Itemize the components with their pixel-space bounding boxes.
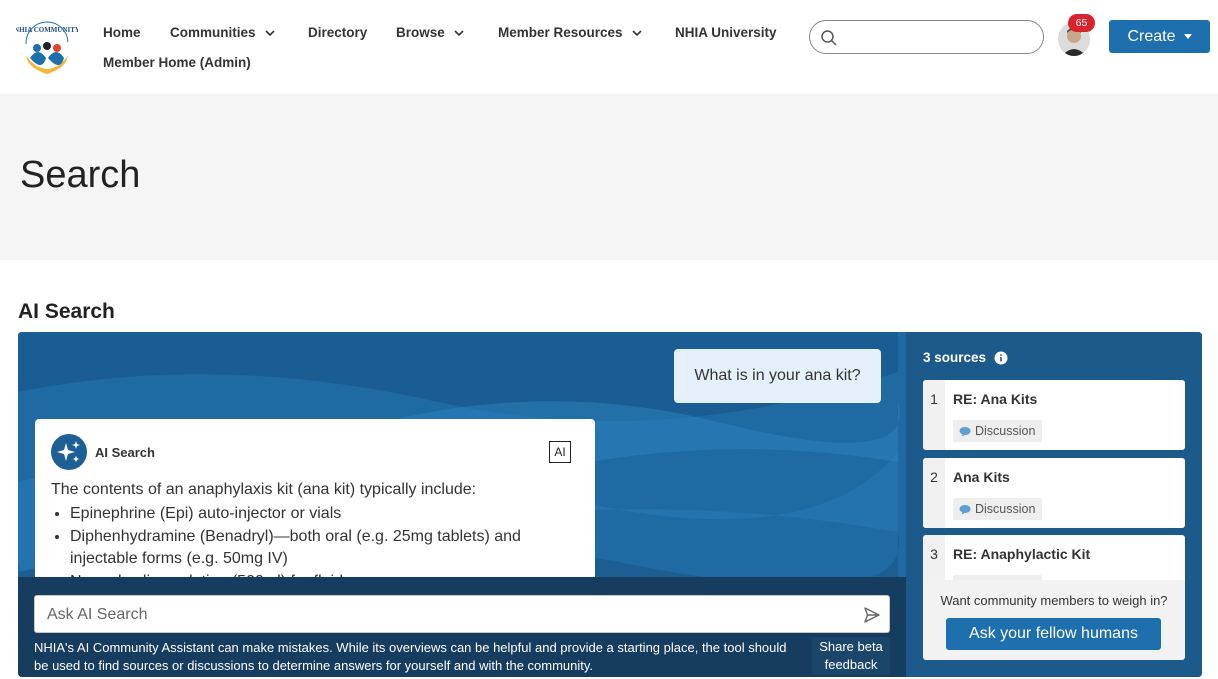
- chat-bubble-icon: [959, 426, 971, 436]
- nav-nhia-university-label: NHIA University: [675, 25, 777, 40]
- ai-assistant-label: AI Search: [95, 445, 155, 460]
- nav-member-home-admin[interactable]: Member Home (Admin): [103, 55, 251, 70]
- nhia-community-logo[interactable]: NHIA COMMUNITY: [16, 16, 78, 78]
- nav-home[interactable]: Home: [103, 25, 141, 40]
- user-question-bubble: What is in your ana kit?: [674, 349, 881, 403]
- ai-search-panel: What is in your ana kit? AI Search AI Th…: [18, 332, 1202, 677]
- nav-directory-label: Directory: [308, 25, 368, 40]
- ai-answer-card: AI Search AI The contents of an anaphyla…: [35, 419, 595, 589]
- ask-ai-search-input[interactable]: [47, 604, 847, 626]
- logo-text: NHIA COMMUNITY: [16, 26, 78, 34]
- answer-item: Epinephrine (Epi) auto-injector or vials: [70, 503, 580, 526]
- search-icon: [821, 30, 837, 46]
- ai-disclaimer: NHIA's AI Community Assistant can make m…: [34, 640, 787, 673]
- caret-down-icon: [1183, 34, 1192, 39]
- ask-fellow-humans-button[interactable]: Ask your fellow humans: [946, 618, 1161, 650]
- create-button-label: Create: [1127, 27, 1176, 45]
- answer-intro: The contents of an anaphylaxis kit (ana …: [51, 481, 477, 498]
- nav-member-resources-label: Member Resources: [498, 25, 623, 40]
- source-title[interactable]: Ana Kits: [953, 469, 1010, 485]
- source-type-badge: Discussion: [953, 420, 1043, 442]
- answer-item: Diphenhydramine (Benadryl)—both oral (e.…: [70, 526, 580, 571]
- header-search[interactable]: [809, 20, 1044, 54]
- ai-composer: NHIA's AI Community Assistant can make m…: [18, 577, 906, 677]
- nav-nhia-university[interactable]: NHIA University: [675, 25, 777, 40]
- page-title: Search: [20, 154, 141, 196]
- header-search-input[interactable]: [844, 26, 1034, 48]
- nav-member-resources[interactable]: Member Resources: [498, 25, 643, 40]
- nav-browse[interactable]: Browse: [396, 25, 465, 40]
- source-card[interactable]: 1 RE: Ana Kits Discussion: [923, 380, 1185, 450]
- source-type-badge: Discussion: [953, 498, 1043, 520]
- section-title: AI Search: [18, 300, 115, 323]
- source-number: 1: [923, 380, 945, 450]
- chevron-down-icon: [454, 29, 464, 36]
- share-beta-feedback-button[interactable]: Share beta feedback: [812, 637, 890, 675]
- source-card[interactable]: 2 Ana Kits Discussion: [923, 458, 1185, 528]
- nav-member-home-admin-label: Member Home (Admin): [103, 55, 251, 70]
- chat-bubble-icon: [959, 504, 971, 514]
- weigh-in-box: Want community members to weigh in? Ask …: [923, 580, 1185, 660]
- sources-heading: 3 sources: [923, 350, 1008, 365]
- ask-ai-search-field[interactable]: [34, 595, 890, 633]
- nav-directory[interactable]: Directory: [308, 25, 367, 40]
- nav-browse-label: Browse: [396, 25, 445, 40]
- create-button[interactable]: Create: [1109, 20, 1210, 53]
- source-type-label: Discussion: [975, 502, 1036, 516]
- sources-panel: 3 sources 1 RE: Ana Kits Discussion 2 An…: [906, 332, 1202, 677]
- page-title-band: Search: [0, 94, 1218, 260]
- sparkle-icon: [51, 434, 87, 470]
- weigh-in-text: Want community members to weigh in?: [940, 593, 1168, 608]
- source-title[interactable]: RE: Anaphylactic Kit: [953, 546, 1090, 562]
- chevron-down-icon: [631, 29, 642, 36]
- notification-badge[interactable]: 65: [1068, 14, 1095, 32]
- info-icon[interactable]: [994, 351, 1008, 365]
- source-title[interactable]: RE: Ana Kits: [953, 391, 1037, 407]
- nav-communities[interactable]: Communities: [170, 25, 276, 40]
- nav-home-label: Home: [103, 25, 141, 40]
- site-header: NHIA COMMUNITY Home Communities Director…: [0, 0, 1218, 94]
- chevron-down-icon: [264, 29, 275, 36]
- source-number: 2: [923, 458, 945, 528]
- send-icon[interactable]: [863, 606, 881, 624]
- ai-tag: AI: [549, 441, 571, 463]
- nav-communities-label: Communities: [170, 25, 256, 40]
- source-type-label: Discussion: [975, 424, 1036, 438]
- sources-count: 3 sources: [923, 350, 987, 365]
